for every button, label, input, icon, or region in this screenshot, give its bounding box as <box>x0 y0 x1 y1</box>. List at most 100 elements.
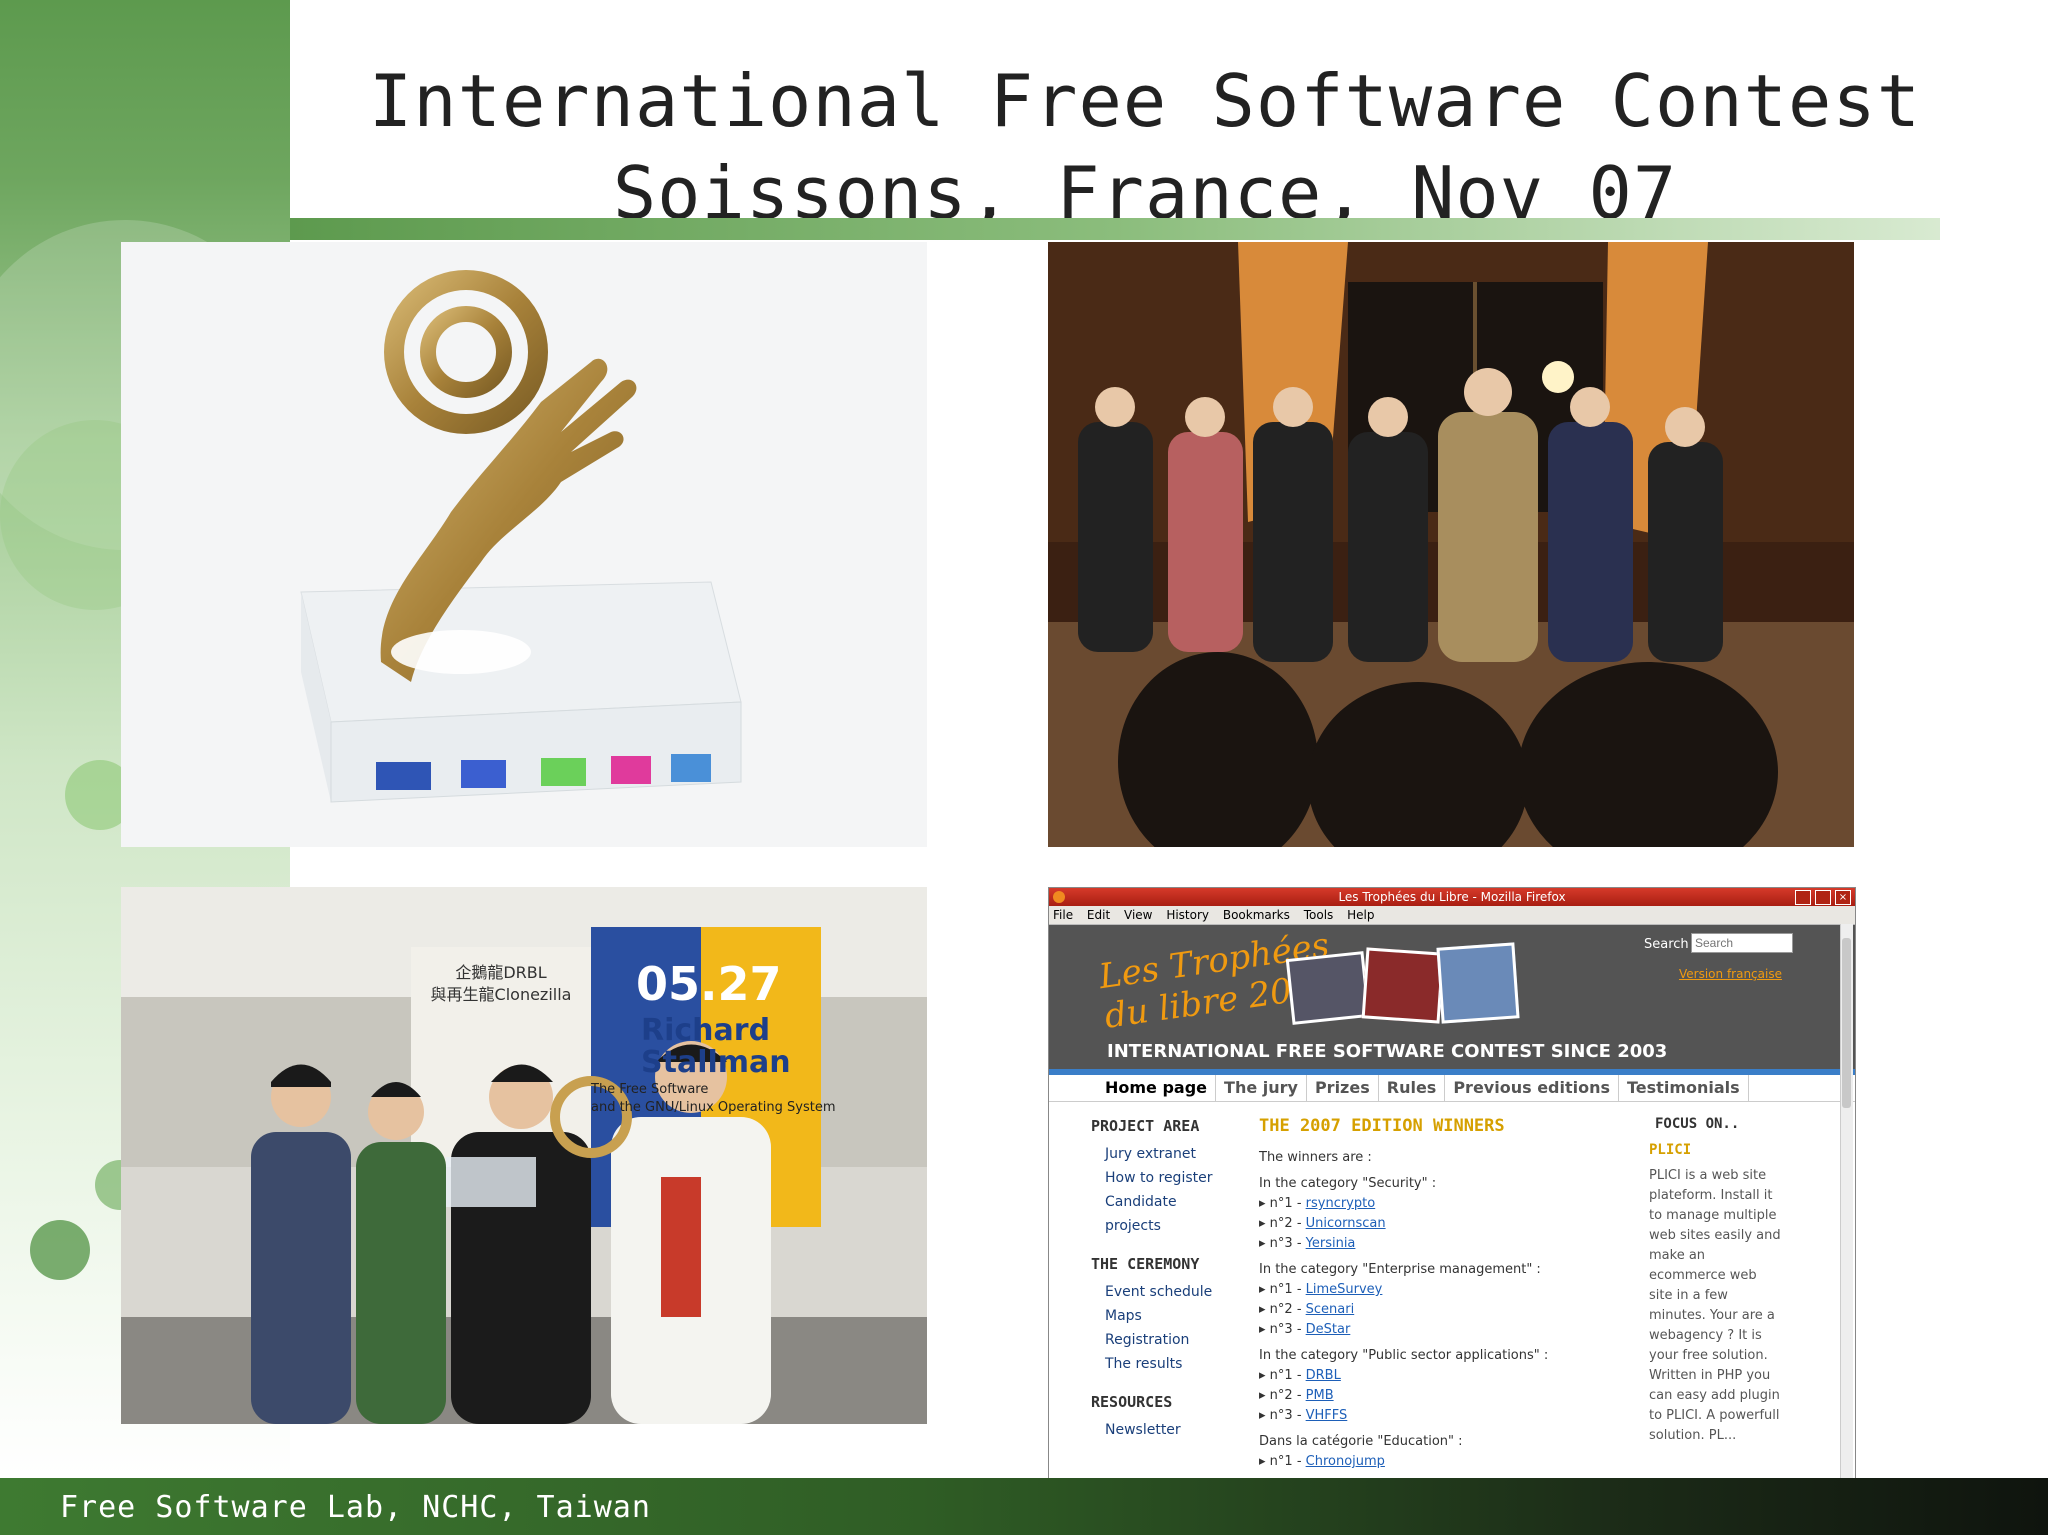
winners-column: THE 2007 EDITION WINNERS The winners are… <box>1259 1110 1659 1472</box>
search-input[interactable] <box>1691 933 1793 953</box>
nav-the-jury[interactable]: The jury <box>1216 1075 1307 1101</box>
minimize-icon[interactable] <box>1795 890 1811 905</box>
banner-photo-2 <box>1361 947 1445 1024</box>
winners-heading: THE 2007 EDITION WINNERS <box>1259 1116 1505 1136</box>
winner-entry: ▸ n°2 - Scenari <box>1259 1302 1355 1317</box>
banner-photos <box>1285 942 1520 1025</box>
winner-rank: n°3 - <box>1269 1408 1306 1423</box>
banner-photo-1 <box>1285 951 1371 1025</box>
winner-link[interactable]: Chronojump <box>1306 1454 1385 1469</box>
winner-rank: n°3 - <box>1269 1322 1306 1337</box>
category-title: In the category "Public sector applicati… <box>1259 1348 1549 1363</box>
nav-home-page[interactable]: Home page <box>1097 1075 1217 1101</box>
winner-entry: ▸ n°3 - VHFFS <box>1259 1408 1348 1423</box>
menu-view[interactable]: View <box>1124 908 1152 922</box>
menu-bookmarks[interactable]: Bookmarks <box>1223 908 1290 922</box>
winner-rank: n°1 - <box>1269 1454 1306 1469</box>
site-banner: Les Trophées du libre 2007 Search Versio… <box>1049 925 1855 1075</box>
version-francaise-link[interactable]: Version française <box>1679 967 1782 981</box>
winner-rank: n°1 - <box>1269 1282 1306 1297</box>
focus-title[interactable]: PLICI <box>1649 1142 1799 1158</box>
winner-rank: n°2 - <box>1269 1216 1306 1231</box>
section-heading-resources: RESOURCES <box>1091 1393 1173 1411</box>
title-underline-bar <box>290 218 1940 240</box>
link-candidate-projects[interactable]: Candidate projects <box>1091 1190 1231 1238</box>
section-heading-the-ceremony: THE CEREMONY <box>1091 1255 1200 1273</box>
slide-title: International Free Software Contest Sois… <box>290 55 2000 239</box>
winner-link[interactable]: PMB <box>1306 1388 1334 1403</box>
category-title: Dans la catégorie "Education" : <box>1259 1434 1463 1449</box>
winner-entry: ▸ n°1 - rsyncrypto <box>1259 1196 1376 1211</box>
menu-bar: File Edit View History Bookmarks Tools H… <box>1049 906 1855 925</box>
trophy-illustration <box>121 242 927 847</box>
link-how-to-register[interactable]: How to register <box>1091 1166 1231 1190</box>
winner-entry: ▸ n°3 - DeStar <box>1259 1322 1351 1337</box>
scrollbar-thumb[interactable] <box>1842 938 1851 1108</box>
winner-entry: ▸ n°2 - Unicornscan <box>1259 1216 1386 1231</box>
category-title: In the category "Security" : <box>1259 1176 1437 1191</box>
section-heading-project-area: PROJECT AREA <box>1091 1117 1200 1135</box>
category-title: In the category "Enterprise management" … <box>1259 1262 1541 1277</box>
nav-rules[interactable]: Rules <box>1379 1075 1446 1101</box>
left-column: PROJECT AREA Jury extranet How to regist… <box>1091 1110 1231 1442</box>
winner-link[interactable]: Scenari <box>1306 1302 1355 1317</box>
banner-tagline: INTERNATIONAL FREE SOFTWARE CONTEST SINC… <box>1107 1041 1668 1062</box>
menu-tools[interactable]: Tools <box>1304 908 1334 922</box>
link-jury-extranet[interactable]: Jury extranet <box>1091 1142 1231 1166</box>
winner-link[interactable]: VHFFS <box>1306 1408 1348 1423</box>
close-icon[interactable]: × <box>1835 890 1851 905</box>
ceremony-photo <box>1048 242 1854 847</box>
poster-name: Richard Stallman <box>641 1013 791 1080</box>
winners-intro: The winners are : <box>1259 1150 1372 1165</box>
link-event-schedule[interactable]: Event schedule <box>1091 1280 1231 1304</box>
ceremony-illustration <box>1048 242 1854 847</box>
winner-rank: n°2 - <box>1269 1302 1306 1317</box>
winner-rank: n°1 - <box>1269 1196 1306 1211</box>
menu-edit[interactable]: Edit <box>1087 908 1110 922</box>
menu-history[interactable]: History <box>1166 908 1209 922</box>
poster-date: 05.27 <box>636 957 782 1011</box>
banner-photo-3 <box>1436 942 1520 1024</box>
poster-line2: and the GNU/Linux Operating System <box>591 1100 836 1115</box>
winner-entry: ▸ n°1 - Chronojump <box>1259 1454 1385 1469</box>
focus-heading: FOCUS ON.. <box>1655 1116 1740 1132</box>
winner-link[interactable]: LimeSurvey <box>1306 1282 1383 1297</box>
maximize-icon[interactable] <box>1815 890 1831 905</box>
drbl-banner-line2: 與再生龍Clonezilla <box>430 985 572 1004</box>
winner-entry: ▸ n°2 - PMB <box>1259 1388 1334 1403</box>
menu-help[interactable]: Help <box>1347 908 1374 922</box>
winner-entry: ▸ n°3 - Yersinia <box>1259 1236 1356 1251</box>
winner-entry: ▸ n°1 - LimeSurvey <box>1259 1282 1383 1297</box>
vertical-scrollbar[interactable] <box>1840 924 1853 1489</box>
window-titlebar: Les Trophées du Libre - Mozilla Firefox … <box>1049 888 1855 906</box>
title-line-1: International Free Software Contest <box>368 59 1922 143</box>
team-photo: 企鵝龍DRBL 與再生龍Clonezilla 05.27 Richard Sta… <box>121 887 927 1424</box>
winner-link[interactable]: rsyncrypto <box>1306 1196 1376 1211</box>
poster-line1: The Free Software <box>591 1082 709 1097</box>
winner-rank: n°1 - <box>1269 1368 1306 1383</box>
winner-rank: n°2 - <box>1269 1388 1306 1403</box>
nav-previous-editions[interactable]: Previous editions <box>1445 1075 1620 1101</box>
drbl-banner: 企鵝龍DRBL 與再生龍Clonezilla <box>421 962 581 1006</box>
site-nav: Home page The jury Prizes Rules Previous edi… <box>1049 1075 1855 1102</box>
link-maps[interactable]: Maps <box>1091 1304 1231 1328</box>
winner-link[interactable]: Unicornscan <box>1306 1216 1386 1231</box>
winner-link[interactable]: DRBL <box>1306 1368 1341 1383</box>
link-newsletter[interactable]: Newsletter <box>1091 1418 1231 1442</box>
nav-testimonials[interactable]: Testimonials <box>1619 1075 1749 1101</box>
winner-rank: n°3 - <box>1269 1236 1306 1251</box>
nav-prizes[interactable]: Prizes <box>1307 1075 1379 1101</box>
focus-text: PLICI is a web site plateform. Install i… <box>1649 1168 1781 1443</box>
firefox-window: Les Trophées du Libre - Mozilla Firefox … <box>1048 887 1856 1492</box>
winner-link[interactable]: DeStar <box>1306 1322 1351 1337</box>
winner-link[interactable]: Yersinia <box>1306 1236 1356 1251</box>
decor-bubble-tiny <box>30 1220 90 1280</box>
link-registration[interactable]: Registration <box>1091 1328 1231 1352</box>
drbl-banner-line1: 企鵝龍DRBL <box>455 963 547 982</box>
focus-column: FOCUS ON.. PLICI PLICI is a web site pla… <box>1649 1110 1799 1446</box>
link-the-results[interactable]: The results <box>1091 1352 1231 1376</box>
menu-file[interactable]: File <box>1053 908 1073 922</box>
footer-text: Free Software Lab, NCHC, Taiwan <box>60 1490 651 1525</box>
trophy-photo <box>121 242 927 847</box>
firefox-icon <box>1053 891 1065 903</box>
